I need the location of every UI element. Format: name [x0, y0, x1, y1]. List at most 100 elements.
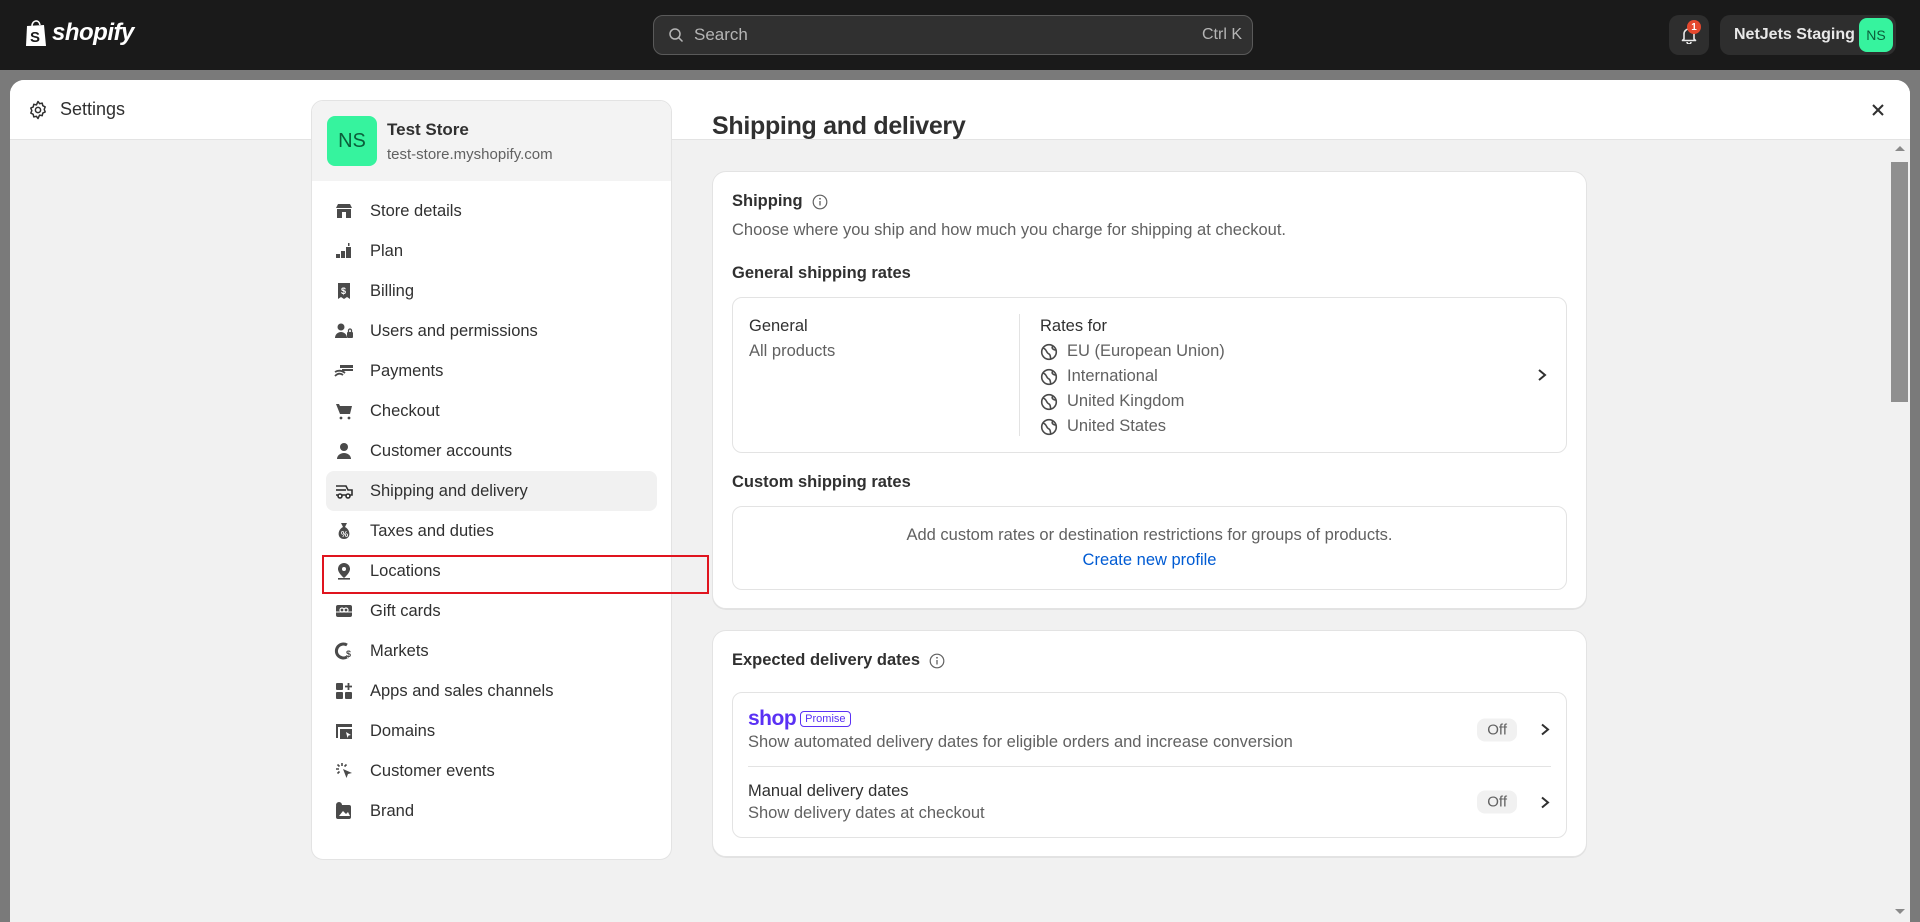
zone-item: International: [1040, 364, 1225, 389]
store-avatar: NS: [327, 116, 377, 166]
info-icon[interactable]: [812, 194, 828, 210]
account-menu[interactable]: NetJets Staging NS: [1720, 15, 1896, 55]
scrollbar-thumb[interactable]: [1891, 162, 1908, 402]
settings-sidebar: NS Test Store test-store.myshopify.com S…: [311, 100, 672, 860]
search-placeholder: Search: [694, 25, 748, 44]
promise-badge: Promise: [800, 711, 851, 727]
shop-promise-description: Show automated delivery dates for eligib…: [748, 733, 1293, 751]
money-bag-icon: %: [334, 521, 354, 541]
zone-item: EU (European Union): [1040, 339, 1225, 364]
manual-delivery-description: Show delivery dates at checkout: [748, 804, 985, 822]
delivery-dates-card: Expected delivery dates shop Promise Sho…: [712, 630, 1587, 857]
globe-icon: [1040, 368, 1058, 385]
plan-icon: [334, 241, 354, 261]
shopify-logo[interactable]: S shopify: [24, 18, 134, 48]
nav-label: Markets: [370, 641, 429, 660]
gift-card-icon: [334, 601, 354, 621]
svg-text:S: S: [30, 29, 40, 46]
nav-label: Customer events: [370, 761, 495, 780]
shop-promise-row[interactable]: shop Promise Show automated delivery dat…: [748, 693, 1551, 767]
svg-text:$: $: [346, 649, 351, 659]
nav-label: Payments: [370, 361, 444, 380]
nav-label: Taxes and duties: [370, 521, 494, 540]
info-icon[interactable]: [929, 653, 945, 669]
selection-highlight-box: [322, 555, 709, 594]
zone-name: United Kingdom: [1067, 392, 1185, 410]
billing-icon: $: [334, 281, 354, 301]
truck-icon: [334, 481, 354, 501]
custom-rates-empty-state: Add custom rates or destination restrict…: [732, 506, 1567, 590]
store-header[interactable]: NS Test Store test-store.myshopify.com: [312, 101, 671, 181]
sidebar-item-brand[interactable]: Brand: [326, 791, 657, 831]
sidebar-item-domains[interactable]: Domains: [326, 711, 657, 751]
sidebar-item-shipping-and-delivery[interactable]: Shipping and delivery: [326, 471, 657, 511]
status-badge: Off: [1477, 790, 1517, 814]
sidebar-item-plan[interactable]: Plan: [326, 231, 657, 271]
shipping-card: Shipping Choose where you ship and how m…: [712, 171, 1587, 609]
shipping-description: Choose where you ship and how much you c…: [732, 221, 1286, 239]
apps-icon: [334, 681, 354, 701]
rates-for-list: Rates for EU (European Union) Internatio…: [1020, 314, 1225, 436]
store-icon: [334, 201, 354, 221]
delivery-dates-heading: Expected delivery dates: [732, 651, 1567, 670]
chevron-right-icon: [1541, 723, 1550, 736]
globe-icon: [1040, 393, 1058, 410]
shopify-bag-icon: S: [26, 20, 46, 46]
profile-name: General: [749, 317, 808, 335]
notification-badge: 1: [1687, 20, 1701, 34]
chevron-right-icon: [1538, 369, 1547, 381]
sidebar-item-checkout[interactable]: Checkout: [326, 391, 657, 431]
custom-rates-text: Add custom rates or destination restrict…: [906, 526, 1393, 544]
search-icon: [669, 28, 684, 43]
general-shipping-rates-heading: General shipping rates: [732, 264, 911, 282]
sidebar-item-markets[interactable]: $ Markets: [326, 631, 657, 671]
sidebar-item-users[interactable]: Users and permissions: [326, 311, 657, 351]
search-input[interactable]: Search Ctrl K: [653, 15, 1253, 55]
sidebar-item-payments[interactable]: Payments: [326, 351, 657, 391]
manual-delivery-dates-row[interactable]: Manual delivery dates Show delivery date…: [748, 767, 1551, 837]
profile-products: All products: [749, 342, 836, 360]
nav-label: Billing: [370, 281, 415, 300]
scrollbar[interactable]: [1890, 140, 1910, 922]
nav-label: Checkout: [370, 401, 440, 420]
rates-for-label: Rates for: [1040, 317, 1107, 335]
person-icon: [334, 441, 354, 461]
sidebar-item-apps-and-sales-channels[interactable]: Apps and sales channels: [326, 671, 657, 711]
general-profile-row[interactable]: General All products Rates for EU (Europ…: [732, 297, 1567, 453]
search-shortcut: Ctrl K: [1202, 26, 1242, 43]
shop-promise-logo: shop Promise: [748, 708, 1551, 730]
zone-name: International: [1067, 367, 1158, 385]
sidebar-item-customer-accounts[interactable]: Customer accounts: [326, 431, 657, 471]
sidebar-item-billing[interactable]: $ Billing: [326, 271, 657, 311]
zone-name: EU (European Union): [1067, 342, 1225, 360]
top-bar: S shopify Search Ctrl K 1 NetJets Stagin…: [0, 0, 1920, 70]
nav-label: Store details: [370, 201, 462, 220]
backdrop-edge: [1910, 70, 1920, 922]
zone-name: United States: [1067, 417, 1167, 435]
settings-nav: Store details Plan $ Billing Users and p…: [312, 181, 671, 831]
notifications-button[interactable]: 1: [1669, 15, 1709, 55]
sidebar-item-taxes-and-duties[interactable]: % Taxes and duties: [326, 511, 657, 551]
shop-wordmark: shop: [748, 707, 797, 730]
close-icon: [1872, 104, 1884, 116]
scroll-up-arrow[interactable]: [1895, 146, 1905, 151]
nav-label: Gift cards: [370, 601, 441, 620]
svg-text:$: $: [341, 286, 346, 296]
create-new-profile-link[interactable]: Create new profile: [733, 548, 1566, 573]
status-badge: Off: [1477, 718, 1517, 741]
close-button[interactable]: [1866, 98, 1890, 122]
custom-shipping-rates-heading: Custom shipping rates: [732, 473, 911, 491]
scroll-down-arrow[interactable]: [1895, 909, 1905, 914]
nav-label: Shipping and delivery: [370, 481, 528, 500]
sidebar-item-customer-events[interactable]: Customer events: [326, 751, 657, 791]
gear-icon: [30, 100, 46, 119]
nav-label: Brand: [370, 801, 415, 820]
nav-label: Domains: [370, 721, 436, 740]
cursor-click-icon: [334, 761, 354, 781]
shopify-wordmark: shopify: [52, 19, 134, 46]
sidebar-item-gift-cards[interactable]: Gift cards: [326, 591, 657, 631]
account-name: NetJets Staging: [1734, 26, 1855, 43]
nav-label: Apps and sales channels: [370, 681, 554, 700]
sidebar-item-store-details[interactable]: Store details: [326, 191, 657, 231]
delivery-dates-title: Expected delivery dates: [732, 651, 921, 669]
